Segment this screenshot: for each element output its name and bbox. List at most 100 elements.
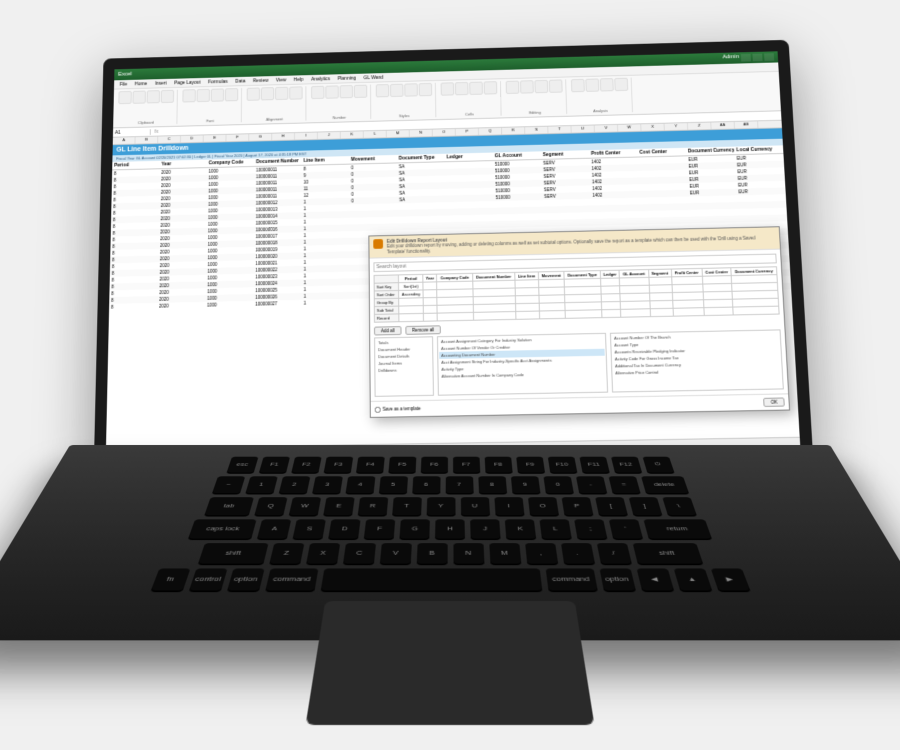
col-header[interactable]: I xyxy=(295,132,318,139)
ribbon-button[interactable] xyxy=(261,87,274,100)
layout-cell[interactable] xyxy=(673,308,704,317)
ribbon-button[interactable] xyxy=(455,82,469,95)
ribbon-button[interactable] xyxy=(376,84,389,97)
layout-cell[interactable] xyxy=(539,311,565,319)
ribbon-button[interactable] xyxy=(390,84,404,97)
col-header[interactable]: Z xyxy=(688,122,712,129)
worksheet[interactable]: ABCDEFGHIJKLMNOPQRSTUVWXYZAAAB GL Line I… xyxy=(106,121,801,459)
ribbon-button[interactable] xyxy=(534,80,548,93)
layout-cell[interactable] xyxy=(565,310,602,319)
menu-tab[interactable]: Review xyxy=(253,78,269,84)
layout-cell[interactable] xyxy=(473,312,516,321)
menu-tab[interactable]: Home xyxy=(135,81,148,87)
fx-icon[interactable]: fx xyxy=(151,129,162,135)
ribbon-button[interactable] xyxy=(614,78,628,91)
layout-cell[interactable] xyxy=(733,306,779,315)
col-header[interactable]: D xyxy=(181,135,204,142)
col-header[interactable]: C xyxy=(158,136,181,143)
col-header[interactable]: P xyxy=(456,128,479,135)
ribbon-button[interactable] xyxy=(147,90,160,103)
name-box[interactable]: A1 xyxy=(113,129,151,136)
layout-cell[interactable] xyxy=(704,307,734,315)
col-header[interactable]: N xyxy=(410,130,433,137)
ribbon-button[interactable] xyxy=(275,87,288,100)
ribbon-button[interactable] xyxy=(441,82,455,95)
col-header[interactable]: Q xyxy=(479,128,502,135)
layout-cell[interactable] xyxy=(602,310,622,318)
category-item[interactable]: Drilldowns xyxy=(376,366,431,374)
ribbon-button[interactable] xyxy=(506,81,520,94)
category-list[interactable]: TotalsDocument HeaderDocument DetailsJou… xyxy=(374,336,434,397)
ribbon-button[interactable] xyxy=(311,86,324,99)
menu-tab[interactable]: View xyxy=(276,77,286,83)
ribbon-button[interactable] xyxy=(161,90,174,103)
col-header[interactable]: W xyxy=(618,124,642,131)
ribbon-button[interactable] xyxy=(247,87,260,100)
ribbon-button[interactable] xyxy=(571,79,585,92)
ribbon-button[interactable] xyxy=(118,91,131,104)
menu-tab[interactable]: Insert xyxy=(155,80,167,86)
col-header[interactable]: V xyxy=(595,125,619,132)
layout-cell[interactable] xyxy=(650,308,673,316)
col-header[interactable]: T xyxy=(548,126,571,133)
layout-cell[interactable] xyxy=(621,309,650,317)
ribbon-button[interactable] xyxy=(182,89,195,102)
col-header[interactable]: H xyxy=(272,133,295,140)
col-header[interactable]: M xyxy=(387,130,410,137)
col-header[interactable]: U xyxy=(571,125,594,132)
layout-cell[interactable] xyxy=(399,314,424,322)
ribbon-button[interactable] xyxy=(549,79,563,92)
close-icon[interactable] xyxy=(764,53,774,61)
add-all-button[interactable]: Add all xyxy=(374,326,401,335)
save-template-checkbox[interactable]: Save as a template xyxy=(375,406,421,413)
col-header[interactable]: J xyxy=(318,132,341,139)
ribbon-button[interactable] xyxy=(225,88,238,101)
menu-tab[interactable]: Formulas xyxy=(208,79,228,85)
ribbon-button[interactable] xyxy=(340,85,353,98)
col-header[interactable]: R xyxy=(502,127,525,134)
available-fields-left[interactable]: Account Assignment Category For Industry… xyxy=(437,333,608,396)
col-header[interactable]: G xyxy=(249,134,272,141)
col-header[interactable]: F xyxy=(226,134,249,141)
col-header[interactable]: AB xyxy=(735,121,759,128)
ribbon-button[interactable] xyxy=(289,86,302,99)
ribbon-button[interactable] xyxy=(419,83,433,96)
col-header[interactable]: S xyxy=(525,127,548,134)
col-header[interactable]: B xyxy=(135,137,158,144)
layout-cell[interactable] xyxy=(516,311,540,319)
ribbon-button[interactable] xyxy=(520,80,534,93)
menu-tab[interactable]: GL Wand xyxy=(364,74,384,80)
menu-tab[interactable]: Analytics xyxy=(311,76,330,82)
col-header[interactable]: A xyxy=(113,137,136,144)
col-header[interactable]: L xyxy=(364,131,387,138)
ribbon-button[interactable] xyxy=(354,85,367,98)
ribbon-button[interactable] xyxy=(484,81,498,94)
col-header[interactable]: AA xyxy=(711,122,735,129)
menu-tab[interactable]: File xyxy=(120,81,128,87)
ok-button[interactable]: OK xyxy=(764,398,785,407)
menu-tab[interactable]: Planning xyxy=(338,75,357,81)
ribbon-button[interactable] xyxy=(600,78,614,91)
col-header[interactable]: K xyxy=(341,131,364,138)
available-fields-right[interactable]: Account Number Of The BranchAccount Type… xyxy=(610,330,784,393)
ribbon-button[interactable] xyxy=(469,82,483,95)
menu-tab[interactable]: Page Layout xyxy=(174,79,201,85)
ribbon-button[interactable] xyxy=(132,91,145,104)
col-header[interactable]: X xyxy=(641,124,665,131)
layout-grid[interactable]: PeriodYearCompany CodeDocument NumberLin… xyxy=(374,266,780,322)
remove-all-button[interactable]: Remove all xyxy=(405,325,441,335)
col-header[interactable]: O xyxy=(433,129,456,136)
ribbon-button[interactable] xyxy=(325,85,338,98)
minimize-icon[interactable] xyxy=(741,54,751,62)
col-header[interactable]: E xyxy=(204,135,227,142)
ribbon-button[interactable] xyxy=(404,83,418,96)
layout-cell[interactable] xyxy=(424,313,438,321)
save-template-check[interactable] xyxy=(375,406,381,412)
menu-tab[interactable]: Data xyxy=(235,78,245,84)
ribbon-button[interactable] xyxy=(197,89,210,102)
menu-tab[interactable]: Help xyxy=(294,77,304,83)
maximize-icon[interactable] xyxy=(752,54,762,62)
col-header[interactable]: Y xyxy=(665,123,689,130)
layout-cell[interactable] xyxy=(437,313,473,322)
ribbon-button[interactable] xyxy=(211,88,224,101)
